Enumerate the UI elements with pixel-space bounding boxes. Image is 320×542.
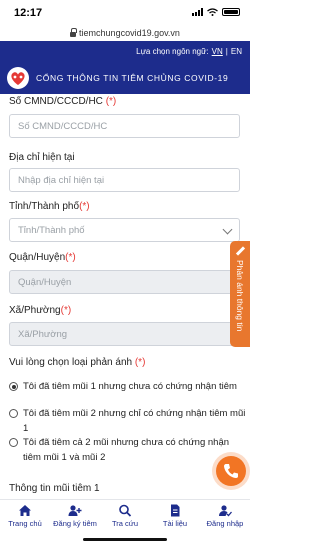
nav-item-register[interactable]: Đăng ký tiêm <box>50 500 100 533</box>
document-icon <box>171 504 180 517</box>
url-text: tiemchungcovid19.gov.vn <box>79 28 180 38</box>
call-button[interactable] <box>216 456 246 486</box>
language-label: Lựa chọn ngôn ngữ: <box>136 47 209 56</box>
signal-icon <box>192 8 203 16</box>
nav-item-documents[interactable]: Tài liệu <box>150 500 200 533</box>
radio-selected-icon[interactable] <box>9 382 18 391</box>
nav-label: Đăng ký tiêm <box>53 519 97 528</box>
feedback-option-1[interactable]: Tôi đã tiêm mũi 1 nhưng chưa có chứng nh… <box>9 379 249 394</box>
district-select[interactable]: Quận/Huyện <box>9 270 240 294</box>
nav-label: Tra cứu <box>112 519 138 528</box>
home-indicator <box>83 538 167 541</box>
side-tab-label: Phản ánh thông tin <box>235 260 245 332</box>
radio-icon[interactable] <box>9 438 18 447</box>
language-separator: | <box>225 47 228 56</box>
register-icon <box>68 505 82 516</box>
feedback-option-label: Tôi đã tiêm mũi 2 nhưng chỉ có chứng nhậ… <box>23 408 246 434</box>
site-header: Lựa chọn ngôn ngữ: VN | EN CỔNG THÔNG TI… <box>0 41 250 94</box>
feedback-option-label: Tôi đã tiêm mũi 1 nhưng chưa có chứng nh… <box>23 381 237 392</box>
language-selector: Lựa chọn ngôn ngữ: VN | EN <box>136 47 242 56</box>
id-number-input[interactable]: Số CMND/CCCD/HC <box>9 114 240 138</box>
nav-item-lookup[interactable]: Tra cứu <box>100 500 150 533</box>
login-icon <box>219 505 232 517</box>
ward-select[interactable]: Xã/Phường <box>9 322 240 346</box>
feedback-form: Số CMND/CCCD/HC (*) Số CMND/CCCD/HC Địa … <box>0 94 250 504</box>
address-label: Địa chỉ hiện tại <box>9 152 75 163</box>
province-placeholder: Tỉnh/Thành phố <box>18 225 85 236</box>
pencil-icon <box>235 246 245 256</box>
feedback-type-label: Vui lòng chọn loại phản ánh (*) <box>9 357 146 368</box>
search-icon <box>119 504 132 517</box>
nav-label: Tài liệu <box>162 519 188 528</box>
feedback-option-2[interactable]: Tôi đã tiêm mũi 2 nhưng chỉ có chứng nhậ… <box>9 406 249 436</box>
status-time: 12:17 <box>14 7 43 19</box>
chevron-down-icon <box>222 224 233 235</box>
language-en-link[interactable]: EN <box>231 47 242 56</box>
logo-icon[interactable] <box>6 66 30 90</box>
portal-title: CỔNG THÔNG TIN TIÊM CHỦNG COVID-19 <box>36 73 229 83</box>
province-label: Tỉnh/Thành phố(*) <box>9 201 90 212</box>
phone-icon <box>224 464 238 478</box>
nav-item-login[interactable]: Đăng nhập <box>200 500 250 533</box>
address-input[interactable]: Nhập địa chỉ hiện tại <box>9 168 240 192</box>
feedback-option-label: Tôi đã tiêm cả 2 mũi nhưng chưa có chứng… <box>23 437 230 463</box>
bottom-navigation: Trang chủ Đăng ký tiêm Tra cứu Tài liệu … <box>0 499 250 533</box>
status-icons <box>192 8 240 16</box>
nav-item-home[interactable]: Trang chủ <box>0 500 50 533</box>
lock-icon <box>70 27 78 37</box>
battery-icon <box>222 8 240 16</box>
url-bar[interactable]: tiemchungcovid19.gov.vn <box>0 25 250 41</box>
ward-label: Xã/Phường(*) <box>9 305 72 316</box>
nav-label: Trang chủ <box>8 519 42 528</box>
id-number-label: Số CMND/CCCD/HC (*) <box>9 96 117 107</box>
feedback-option-3[interactable]: Tôi đã tiêm cả 2 mũi nhưng chưa có chứng… <box>9 435 235 465</box>
vaccine-dose-1-section-title: Thông tin mũi tiêm 1 <box>9 483 100 494</box>
feedback-side-tab[interactable]: Phản ánh thông tin <box>230 241 250 347</box>
language-vn-link[interactable]: VN <box>212 47 223 56</box>
status-bar: 12:17 <box>0 0 250 25</box>
wifi-icon <box>207 8 218 16</box>
district-label: Quận/Huyện(*) <box>9 252 76 263</box>
province-select[interactable]: Tỉnh/Thành phố <box>9 218 240 242</box>
nav-label: Đăng nhập <box>206 519 244 528</box>
radio-icon[interactable] <box>9 409 18 418</box>
home-icon <box>19 505 31 516</box>
